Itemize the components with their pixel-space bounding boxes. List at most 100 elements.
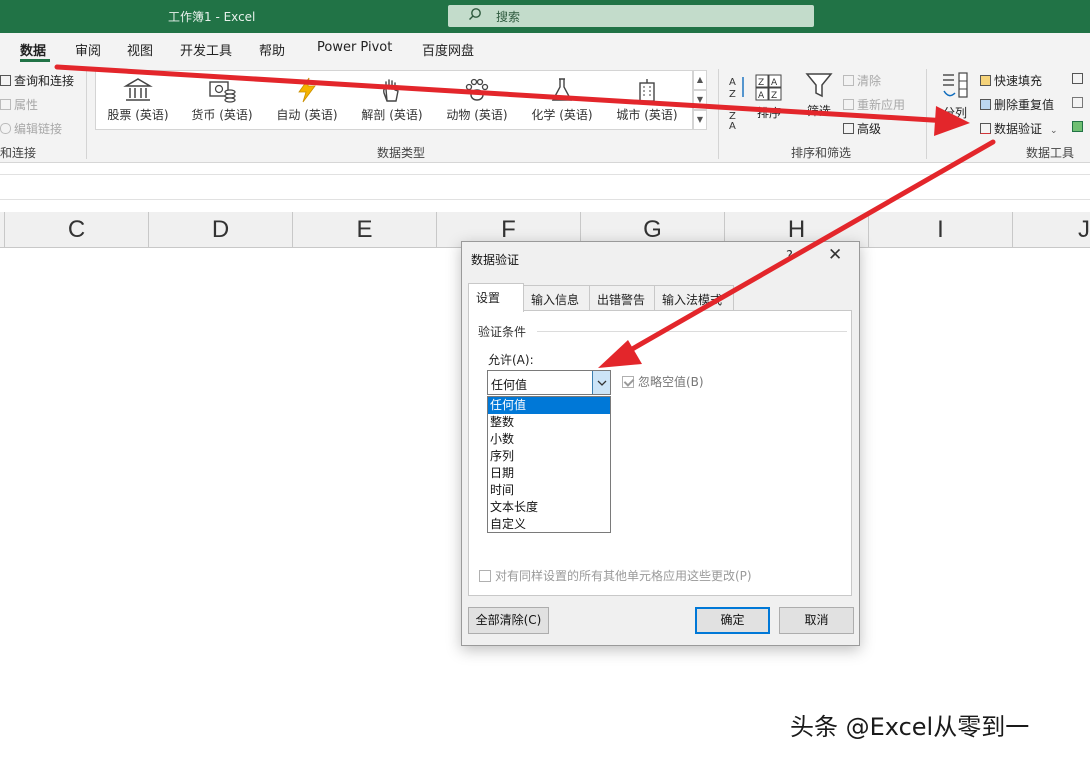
settings-panel: 验证条件 允许(A): 任何值 忽略空值(B) 任何值 整数 小数 序列 日期 … xyxy=(468,310,852,596)
apply-all-checkbox[interactable]: 对有同样设置的所有其他单元格应用这些更改(P) xyxy=(479,567,752,584)
search-box[interactable]: 搜索 xyxy=(448,5,814,27)
tab-help[interactable]: 帮助 xyxy=(259,40,285,59)
clear-filter-icon xyxy=(843,75,854,86)
remove-duplicates-button[interactable]: 删除重复值 xyxy=(980,96,1054,113)
tab-developer[interactable]: 开发工具 xyxy=(180,40,232,59)
data-type-auto[interactable]: 自动 (英语) xyxy=(267,75,347,127)
search-icon xyxy=(469,8,481,20)
properties-button[interactable]: 属性 xyxy=(0,96,38,113)
tab-ime-mode[interactable]: 输入法模式 xyxy=(654,285,734,311)
search-label: 搜索 xyxy=(496,10,521,24)
svg-text:Z: Z xyxy=(758,78,764,88)
svg-text:A: A xyxy=(771,78,778,88)
svg-text:A: A xyxy=(758,91,765,101)
gallery-more-button[interactable]: ▼ xyxy=(693,110,707,130)
reapply-label: 重新应用 xyxy=(857,98,906,112)
group-label-data-types: 数据类型 xyxy=(377,146,426,160)
tab-view[interactable]: 视图 xyxy=(127,40,153,59)
gallery-scroll-down[interactable]: ▼ xyxy=(693,90,707,110)
text-to-columns-label: 分列 xyxy=(942,106,967,120)
filter-button[interactable]: 筛选 xyxy=(801,71,837,119)
advanced-filter-icon xyxy=(843,123,854,134)
option-date[interactable]: 日期 xyxy=(488,465,610,482)
data-type-stocks[interactable]: 股票 (英语) xyxy=(98,75,178,127)
tab-review[interactable]: 审阅 xyxy=(75,40,101,59)
clear-all-button[interactable]: 全部清除(C) xyxy=(468,607,549,634)
data-model-glyph xyxy=(1072,121,1083,132)
properties-icon xyxy=(0,99,11,110)
svg-text:A: A xyxy=(729,121,736,129)
filter-label: 筛选 xyxy=(806,104,831,118)
window-title: 工作簿1 - Excel xyxy=(168,10,256,24)
column-header-e[interactable]: E xyxy=(292,212,436,248)
clear-filter-label: 清除 xyxy=(857,74,882,88)
option-decimal[interactable]: 小数 xyxy=(488,431,610,448)
cancel-button[interactable]: 取消 xyxy=(779,607,854,634)
clear-filter-button[interactable]: 清除 xyxy=(843,72,881,89)
column-header-j[interactable]: J xyxy=(1012,212,1090,248)
tab-settings[interactable]: 设置 xyxy=(468,283,524,312)
data-type-chemistry-label: 化学 (英语) xyxy=(531,108,593,122)
ignore-blank-checkbox[interactable]: 忽略空值(B) xyxy=(622,373,704,390)
remove-duplicates-label: 删除重复值 xyxy=(994,98,1055,112)
sort-label: 排序 xyxy=(756,106,781,120)
data-model-icon[interactable] xyxy=(1072,120,1086,134)
relationships-icon[interactable] xyxy=(1072,96,1086,110)
hand-icon xyxy=(383,79,399,102)
data-type-cities[interactable]: 城市 (英语) xyxy=(607,75,687,127)
relationships-glyph xyxy=(1072,97,1083,108)
sort-button[interactable]: ZA AZ 排序 xyxy=(752,73,786,121)
option-whole-number[interactable]: 整数 xyxy=(488,414,610,431)
tab-error-alert[interactable]: 出错警告 xyxy=(589,285,655,311)
option-any-value[interactable]: 任何值 xyxy=(488,397,610,414)
tab-baidu-netdisk[interactable]: 百度网盘 xyxy=(422,40,474,59)
tab-data[interactable]: 数据 xyxy=(20,40,46,59)
edit-links-button[interactable]: 编辑链接 xyxy=(0,120,62,137)
dropdown-button[interactable] xyxy=(592,371,610,394)
paw-icon xyxy=(465,78,489,101)
queries-connections-button[interactable]: 查询和连接 xyxy=(0,72,74,89)
advanced-filter-button[interactable]: 高级 xyxy=(843,120,881,137)
text-to-columns-button[interactable]: 分列 xyxy=(938,71,972,121)
flash-fill-button[interactable]: 快速填充 xyxy=(980,72,1042,89)
data-validation-button[interactable]: 数据验证 ⌄ xyxy=(980,120,1058,137)
column-header-d[interactable]: D xyxy=(148,212,292,248)
group-label-connections: 和连接 xyxy=(0,146,37,160)
data-type-anatomy[interactable]: 解剖 (英语) xyxy=(352,75,432,127)
reapply-button[interactable]: 重新应用 xyxy=(843,96,905,113)
checkbox-checked-icon xyxy=(622,376,634,388)
option-text-length[interactable]: 文本长度 xyxy=(488,499,610,516)
data-type-currency[interactable]: 货币 (英语) xyxy=(182,75,262,127)
building-icon xyxy=(639,79,655,102)
svg-text:Z: Z xyxy=(729,89,736,100)
chevron-down-icon[interactable]: ⌄ xyxy=(1050,126,1058,136)
gallery-scroll-up[interactable]: ▲ xyxy=(693,70,707,90)
option-list[interactable]: 序列 xyxy=(488,448,610,465)
allow-options-list[interactable]: 任何值 整数 小数 序列 日期 时间 文本长度 自定义 xyxy=(487,396,611,533)
queries-connections-label: 查询和连接 xyxy=(14,74,75,88)
text-to-columns-icon xyxy=(943,72,968,98)
column-header-c[interactable]: C xyxy=(4,212,148,248)
data-type-chemistry[interactable]: 化学 (英语) xyxy=(522,75,602,127)
consolidate-icon[interactable] xyxy=(1072,72,1086,86)
allow-dropdown[interactable]: 任何值 xyxy=(487,370,611,395)
tab-power-pivot[interactable]: Power Pivot xyxy=(317,40,392,55)
svg-text:A: A xyxy=(729,77,736,88)
formula-bar[interactable] xyxy=(0,174,1090,200)
advanced-filter-label: 高级 xyxy=(857,122,882,136)
data-validation-dialog: 数据验证 ? ✕ 设置 输入信息 出错警告 输入法模式 验证条件 允许(A): … xyxy=(461,241,860,646)
data-type-animals[interactable]: 动物 (英语) xyxy=(437,75,517,127)
sort-az-button[interactable]: A Z Z A xyxy=(727,73,749,132)
consolidate-glyph xyxy=(1072,73,1083,84)
help-button[interactable]: ? xyxy=(786,249,793,264)
close-icon[interactable]: ✕ xyxy=(828,245,842,265)
option-time[interactable]: 时间 xyxy=(488,482,610,499)
column-header-i[interactable]: I xyxy=(868,212,1012,248)
group-divider xyxy=(86,69,87,159)
group-divider xyxy=(718,69,719,159)
tab-input-message[interactable]: 输入信息 xyxy=(523,285,590,311)
data-type-animals-label: 动物 (英语) xyxy=(446,108,508,122)
option-custom[interactable]: 自定义 xyxy=(488,516,610,533)
ok-button[interactable]: 确定 xyxy=(695,607,770,634)
flask-icon xyxy=(551,78,573,101)
